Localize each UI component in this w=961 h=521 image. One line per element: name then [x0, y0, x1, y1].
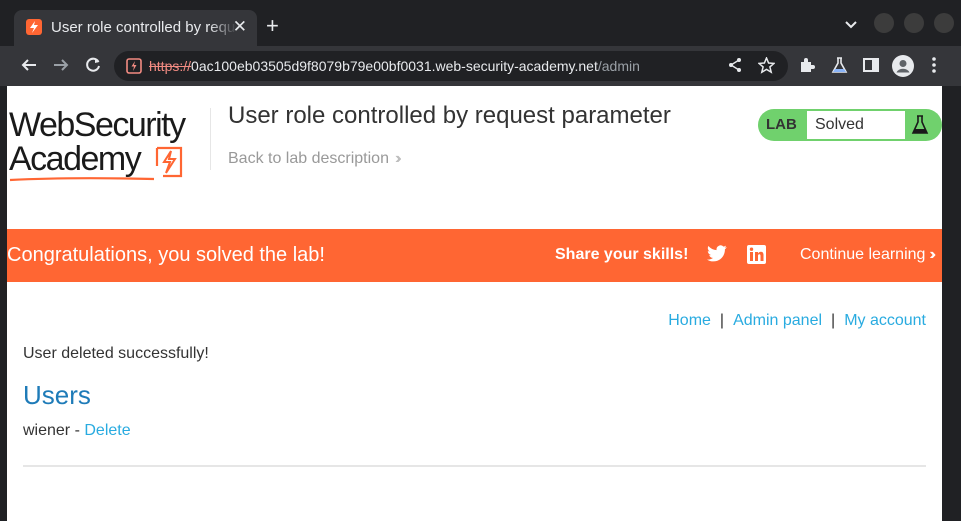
double-chevron-icon: ››	[929, 246, 935, 263]
lab-flask-extension-icon[interactable]	[831, 57, 848, 79]
continue-learning-label: Continue learning	[800, 246, 926, 263]
new-tab-icon[interactable]: +	[266, 15, 279, 37]
linkedin-icon[interactable]	[747, 245, 766, 269]
username: wiener	[23, 422, 71, 439]
bookmark-star-icon[interactable]	[757, 56, 776, 79]
section-divider	[23, 465, 926, 467]
page-content: WebSecurity Academy User role controlled…	[7, 86, 942, 521]
congratulations-message: Congratulations, you solved the lab!	[7, 244, 325, 266]
address-bar[interactable]: https://0ac100eb03505d9f8079b79e00bf0031…	[114, 51, 788, 81]
close-tab-icon[interactable]: ✕	[233, 18, 247, 36]
maximize-window-button[interactable]	[904, 13, 924, 33]
tab-title: User role controlled by request paramete…	[51, 19, 237, 36]
browser-toolbar: https://0ac100eb03505d9f8079b79e00bf0031…	[0, 46, 961, 86]
tab-strip: User role controlled by request paramete…	[0, 0, 961, 46]
delete-user-link[interactable]: Delete	[84, 422, 130, 439]
lab-favicon-icon	[26, 19, 42, 35]
logo-underline	[9, 177, 155, 182]
back-link-label: Back to lab description	[228, 150, 389, 167]
url-text: https://0ac100eb03505d9f8079b79e00bf0031…	[149, 58, 640, 74]
twitter-icon[interactable]	[707, 245, 727, 267]
double-chevron-icon: ››	[394, 150, 401, 167]
logo-line-1: WebSecurity	[9, 106, 186, 144]
user-separator: -	[70, 422, 85, 439]
solved-banner: Congratulations, you solved the lab! Sha…	[7, 229, 942, 282]
url-host: 0ac100eb03505d9f8079b79e00bf0031.web-sec…	[191, 58, 598, 74]
lab-status-box: Solved	[807, 111, 905, 139]
url-path: /admin	[597, 58, 640, 74]
my-account-link[interactable]: My account	[844, 312, 926, 329]
web-security-academy-logo[interactable]: WebSecurity Academy	[9, 106, 186, 182]
users-heading: Users	[23, 380, 91, 410]
admin-panel-link[interactable]: Admin panel	[733, 312, 822, 329]
lab-badge: LAB	[766, 116, 797, 133]
logo-bolt-icon	[155, 146, 183, 178]
profile-avatar-icon[interactable]	[892, 55, 914, 82]
continue-learning-link[interactable]: Continue learning ››	[800, 246, 936, 264]
minimize-window-button[interactable]	[874, 13, 894, 33]
lab-status-widget: LAB Solved	[758, 109, 942, 141]
forward-arrow-icon[interactable]	[52, 56, 70, 79]
flask-icon	[911, 114, 929, 141]
nav-separator: |	[831, 312, 836, 329]
not-secure-icon[interactable]	[126, 58, 142, 79]
home-link[interactable]: Home	[668, 312, 711, 329]
close-window-button[interactable]	[934, 13, 954, 33]
logo-line-2: Academy	[9, 140, 142, 178]
user-list-item: wiener - Delete	[23, 422, 131, 440]
url-scheme: https://	[149, 58, 192, 74]
lab-title: User role controlled by request paramete…	[228, 102, 671, 129]
nav-separator: |	[719, 312, 725, 329]
browser-tab[interactable]: User role controlled by request paramete…	[14, 10, 257, 46]
share-skills-label: Share your skills!	[555, 246, 689, 263]
tab-search-chevron-icon[interactable]	[845, 17, 857, 35]
share-icon[interactable]	[727, 57, 743, 78]
lab-status-text: Solved	[815, 116, 864, 133]
back-arrow-icon[interactable]	[20, 56, 38, 79]
back-to-lab-description-link[interactable]: Back to lab description ››	[228, 150, 401, 168]
reload-icon[interactable]	[84, 56, 102, 79]
extensions-icon[interactable]	[798, 57, 815, 79]
top-navigation: Home | Admin panel | My account	[668, 312, 926, 330]
deletion-success-message: User deleted successfully!	[23, 345, 209, 362]
side-panel-icon[interactable]	[863, 57, 879, 78]
browser-menu-icon[interactable]	[932, 57, 936, 78]
header-divider	[210, 108, 211, 170]
